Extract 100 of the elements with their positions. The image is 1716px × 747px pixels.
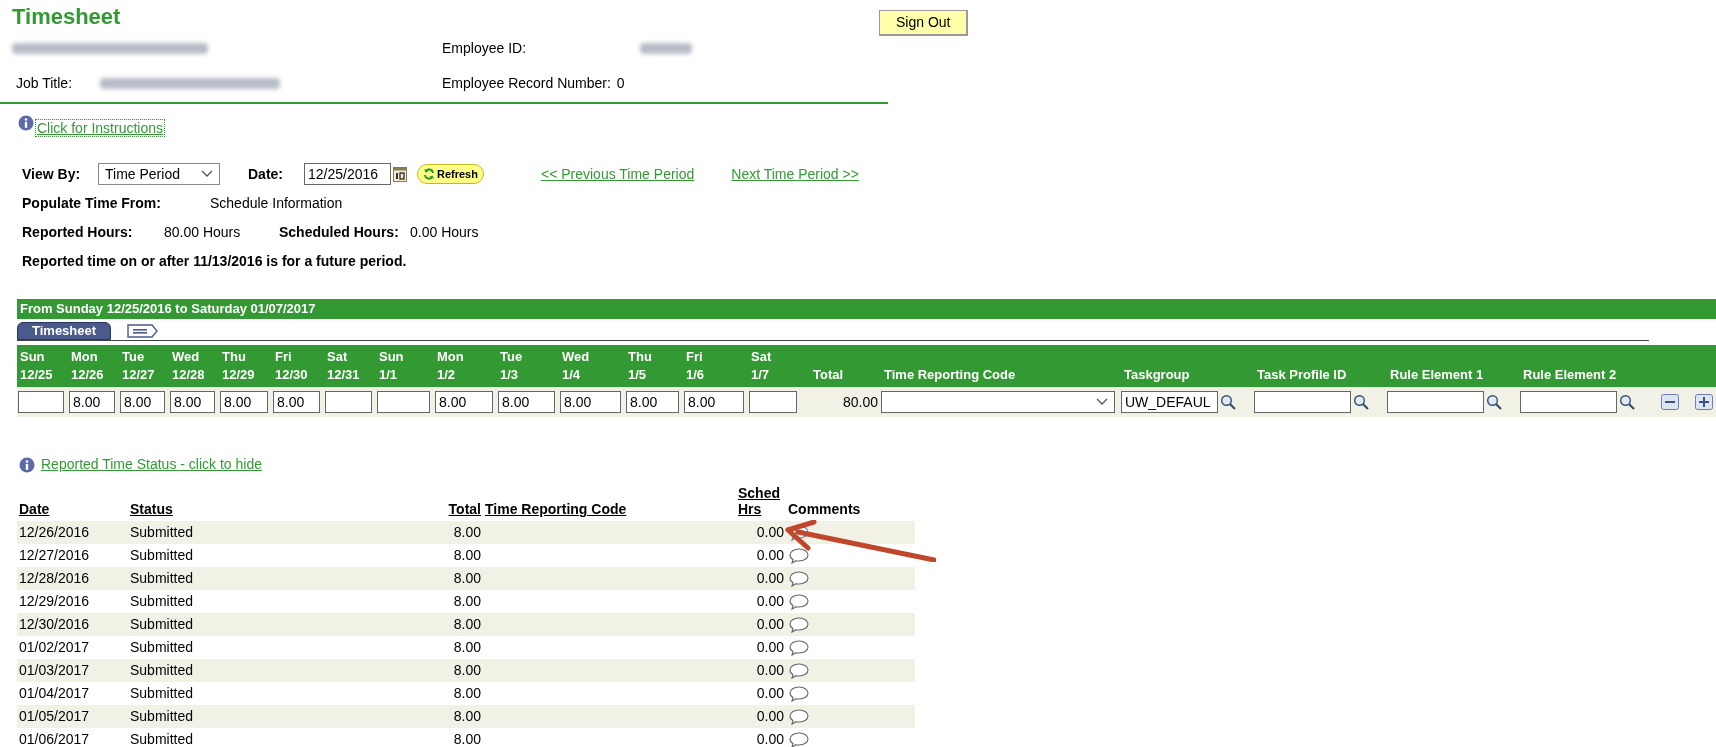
notice-text: Reported time on or after 11/13/2016 is for a future period. [22,251,408,271]
hours-field[interactable]: 8.00 [120,391,165,413]
column-header: Fri [275,348,293,366]
sign-out-button[interactable]: Sign Out [879,10,969,36]
table-cell-text: 0.00 [755,638,785,657]
column-header: Sat [327,348,349,366]
column-header: Sat [751,348,773,366]
table-cell-text: 8.00 [452,592,482,611]
status-toggle-link[interactable]: Reported Time Status - click to hide [41,454,262,475]
column-header: Fri [686,348,704,366]
column-header: 12/28 [172,366,206,384]
hours-field[interactable]: 8.00 [560,391,621,413]
table-cell-text: 01/03/2017 [18,661,91,680]
table-cell-text: 0.00 [755,684,785,703]
column-header: Sun [20,348,46,366]
table-cell-text: 12/27/2016 [18,546,91,565]
field-label: Reported Hours: [22,222,134,242]
column-header: Taskgroup [1124,366,1190,382]
column-header: 1/1 [379,366,399,384]
column-header: Rule Element 2 [1523,366,1617,382]
table-cell-text: 01/06/2017 [18,730,91,747]
instructions-link[interactable]: Click for Instructions [35,119,166,137]
table-cell-text: 0.00 [755,615,785,634]
table-cell-text: 0.00 [755,523,785,542]
sort-link[interactable]: Date [19,501,50,517]
table-cell-text: 8.00 [452,684,482,703]
column-header: 1/2 [437,366,457,384]
field-label: Employee ID: [442,39,528,58]
sort-link[interactable]: Sched Hrs [738,485,784,517]
column-header: Mon [71,348,99,366]
column-header: Mon [437,348,465,366]
sort-link[interactable]: Total [448,501,481,517]
column-header: Comments [788,501,861,517]
table-cell-text: 01/05/2017 [18,707,91,726]
hours-field[interactable]: 8.00 [626,391,679,413]
table-cell-text: 0.00 [755,661,785,680]
hours-field[interactable]: 8.00 [69,391,115,413]
field-value: 80.00 Hours [164,222,242,242]
table-cell-text: 0.00 [755,730,785,747]
table-cell-text: Submitted [129,523,195,542]
date-field[interactable]: 12/25/2016 [304,163,391,185]
sort-link[interactable]: Time Reporting Code [485,501,627,517]
next-period-link[interactable]: Next Time Period >> [731,163,859,185]
hours-field[interactable]: 8.00 [684,391,744,413]
table-cell-text: Submitted [129,569,195,588]
table-cell-text: 8.00 [452,707,482,726]
table-cell-text: 12/30/2016 [18,615,91,634]
hours-field[interactable]: 8.00 [273,391,320,413]
table-cell-text: Submitted [129,615,195,634]
lookup-field[interactable]: UW_DEFAUL [1121,391,1218,413]
column-header: 12/26 [71,366,105,384]
table-cell-text: 0.00 [755,707,785,726]
previous-period-link[interactable]: << Previous Time Period [540,163,695,185]
table-cell-text: Submitted [129,546,195,565]
table-cell-text: 8.00 [452,730,482,747]
table-cell-text: 8.00 [452,615,482,634]
hours-field[interactable]: 8.00 [170,391,215,413]
view-by-dropdown[interactable]: Time Period [98,163,220,185]
column-header: Sun [379,348,405,366]
field-label: Populate Time From: [22,193,162,213]
column-header: 1/7 [751,366,771,384]
table-cell-text: 8.00 [452,638,482,657]
column-header: 12/27 [122,366,156,384]
page-title: Timesheet [12,4,121,30]
column-header: 1/5 [628,366,648,384]
table-cell-text: 8.00 [452,523,482,542]
refresh-button[interactable]: Refresh [417,164,484,184]
table-cell-text: 01/04/2017 [18,684,91,703]
column-header: 1/3 [500,366,520,384]
column-header: 1/4 [562,366,582,384]
column-header: 1/6 [686,366,706,384]
tab[interactable]: Timesheet [17,322,112,340]
field-value: Schedule Information [210,193,343,213]
table-cell-text: 12/26/2016 [18,523,91,542]
field-label: Job Title: [15,74,74,93]
period-bar: From Sunday 12/25/2016 to Saturday 01/07/2017 [17,299,1716,319]
table-cell-text: Submitted [129,684,195,703]
table-cell-text: Submitted [129,592,195,611]
field-label: View By: [22,164,82,184]
table-cell-text: 12/29/2016 [18,592,91,611]
hours-field[interactable]: 8.00 [220,391,268,413]
field-value: 0.00 Hours [410,222,479,242]
table-cell-text: 0.00 [755,569,785,588]
column-header: Thu [222,348,247,366]
field-label: Scheduled Hours: [279,222,400,242]
column-header: Total [813,366,844,382]
table-cell-text: Submitted [129,707,195,726]
table-cell-text: Submitted [129,638,195,657]
table-cell-text: 0.00 [755,592,785,611]
column-header: 12/25 [20,366,54,384]
column-header: 12/29 [222,366,256,384]
hours-field[interactable]: 8.00 [435,391,493,413]
field-label: Employee Record Number: [442,74,611,93]
table-cell-text: 8.00 [452,661,482,680]
hours-field[interactable]: 8.00 [498,391,555,413]
table-cell-text: Submitted [129,730,195,747]
sort-link[interactable]: Status [130,501,173,517]
table-cell-text: 01/02/2017 [18,638,91,657]
field-value: 0 [616,74,625,93]
column-header: Thu [628,348,653,366]
